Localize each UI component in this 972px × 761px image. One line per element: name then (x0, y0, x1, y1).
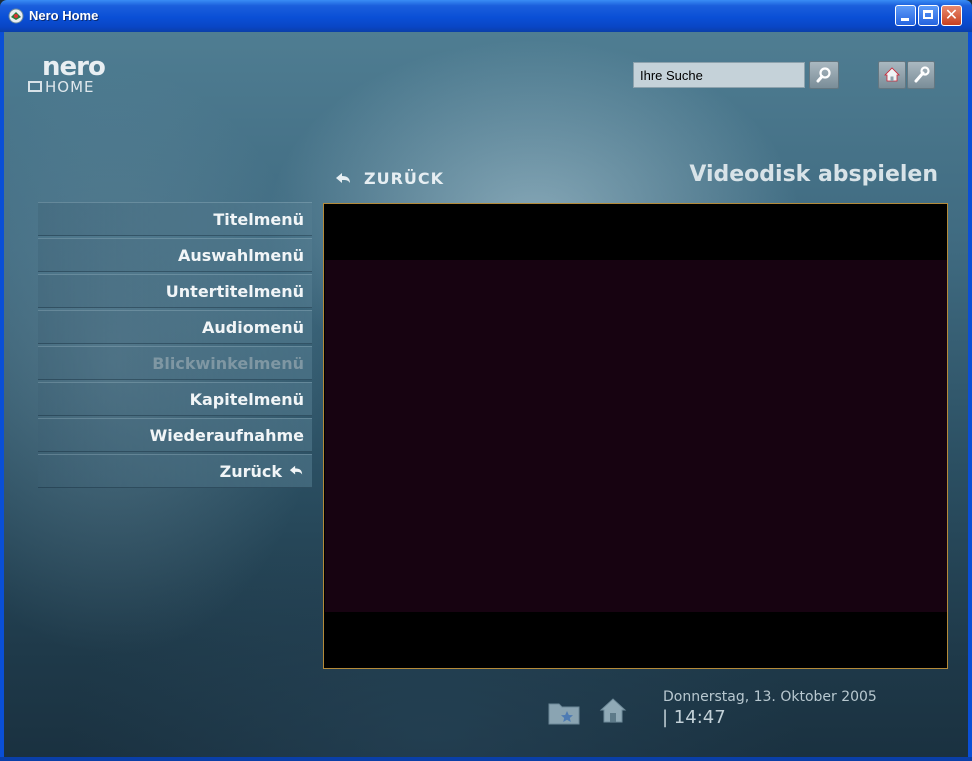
menu-item-label: Zurück (219, 462, 282, 481)
page-title: Videodisk abspielen (689, 162, 938, 187)
window-frame-bottom (0, 757, 972, 761)
search-input[interactable] (634, 63, 804, 87)
nero-home-logo: nero HOME (28, 52, 138, 99)
menu-item-zurueck[interactable]: Zurück (38, 454, 312, 488)
video-player[interactable] (323, 203, 948, 669)
back-arrow-icon (289, 465, 303, 475)
home-icon[interactable] (598, 695, 628, 725)
app-window: Nero Home ✕ nero HOME Ihre Suche ZURÜCK … (0, 0, 972, 761)
back-label: ZURÜCK (364, 169, 445, 188)
search-icon (816, 67, 831, 83)
search-button[interactable] (809, 61, 839, 89)
menu-item-untertitelmenue[interactable]: Untertitelmenü (38, 274, 312, 308)
menu-item-label: Blickwinkelmenü (152, 354, 304, 373)
wrench-icon (914, 66, 930, 83)
menu-item-audiomenue[interactable]: Audiomenü (38, 310, 312, 344)
back-arrow-icon (336, 173, 350, 183)
close-icon: ✕ (944, 5, 959, 24)
video-area (325, 260, 947, 612)
menu-item-label: Wiederaufnahme (149, 426, 304, 445)
menu-item-titelmenue[interactable]: Titelmenü (38, 202, 312, 236)
close-button[interactable]: ✕ (941, 5, 962, 26)
window-frame-right (968, 32, 972, 761)
window-title: Nero Home (29, 8, 99, 23)
menu-item-kapitelmenue[interactable]: Kapitelmenü (38, 382, 312, 416)
menu-item-label: Auswahlmenü (177, 246, 304, 265)
minimize-button[interactable] (895, 5, 916, 26)
title-bar[interactable]: Nero Home ✕ (0, 0, 972, 32)
search-box[interactable] (633, 62, 805, 88)
menu-item-label: Audiomenü (201, 318, 304, 337)
menu-item-auswahlmenue[interactable]: Auswahlmenü (38, 238, 312, 272)
time-display: | 14:47 (662, 707, 726, 728)
home-icon (884, 67, 900, 82)
app-content: nero HOME Ihre Suche ZURÜCK Videodisk ab… (4, 32, 968, 757)
menu-item-label: Untertitelmenü (165, 282, 304, 301)
menu-item-wiederaufnahme[interactable]: Wiederaufnahme (38, 418, 312, 452)
tv-icon (28, 81, 42, 92)
nero-app-icon (8, 8, 24, 24)
maximize-button[interactable] (918, 5, 939, 26)
menu-item-label: Kapitelmenü (189, 390, 304, 409)
menu-item-label: Titelmenü (213, 210, 304, 229)
logo-home-text: HOME (45, 78, 95, 96)
dvd-menu-list: Titelmenü Auswahlmenü Untertitelmenü Aud… (38, 202, 312, 490)
favorites-folder-icon[interactable] (547, 698, 581, 726)
home-button[interactable] (878, 61, 906, 89)
settings-button[interactable] (907, 61, 935, 89)
menu-item-back: Zurück (220, 462, 304, 481)
date-display: Donnerstag, 13. Oktober 2005 (663, 689, 877, 705)
menu-item-blickwinkelmenue: Blickwinkelmenü (38, 346, 312, 380)
